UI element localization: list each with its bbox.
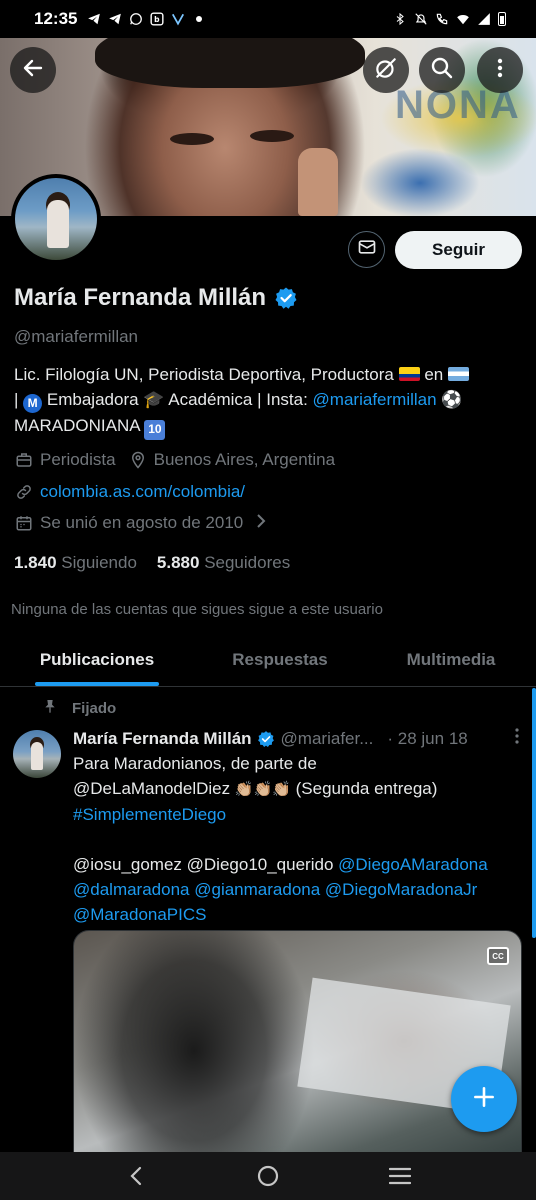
keycap-ten-icon: 10 [144, 419, 166, 440]
search-icon [430, 56, 454, 85]
graduation-cap-icon: 🎓 [143, 390, 165, 409]
verified-badge-icon [257, 730, 275, 748]
dot-icon [192, 12, 206, 26]
tweet-more-icon[interactable] [515, 728, 523, 749]
mention-link[interactable]: @DeLaManodelDiez [73, 779, 230, 798]
more-vertical-icon [488, 56, 512, 85]
status-time: 12:35 [34, 9, 78, 28]
envelope-icon [357, 237, 377, 262]
telegram-icon [87, 12, 101, 26]
tweet-header: María Fernanda Millán @mariafer... · 28 … [73, 728, 523, 749]
notification-icons: b [87, 12, 206, 26]
profession-label: Periodista [40, 450, 116, 469]
whatsapp-icon [129, 12, 143, 26]
pin-icon [42, 698, 58, 718]
svg-text:b: b [155, 15, 161, 24]
mention-link[interactable]: @DiegoAMaradona [338, 855, 488, 874]
location-label: Buenos Aires, Argentina [153, 450, 336, 469]
back-button[interactable] [10, 47, 56, 93]
recents-nav-icon[interactable] [380, 1156, 420, 1196]
back-nav-icon[interactable] [116, 1156, 156, 1196]
telegram-icon [108, 12, 122, 26]
mute-icon [414, 12, 428, 26]
battery-icon [498, 12, 506, 26]
captions-button[interactable]: CC [487, 947, 509, 965]
mutual-followers-text: Ninguna de las cuentas que sigues sigue … [11, 601, 383, 618]
plus-icon [471, 1084, 497, 1115]
tweet-text: Para Maradonianos, de parte de @DeLaMano… [73, 754, 488, 924]
verified-badge-icon[interactable] [274, 286, 298, 310]
system-icons [393, 12, 506, 26]
more-button[interactable] [477, 47, 523, 93]
profile-name-row: María Fernanda Millán [14, 284, 298, 312]
app-v-icon [171, 12, 185, 26]
link-icon [14, 482, 34, 502]
soccer-ball-icon: ⚽ [441, 390, 463, 409]
tweet-avatar[interactable] [13, 730, 61, 778]
signal-icon [477, 12, 491, 26]
mentions-plain: @iosu_gomez @Diego10_querido [73, 855, 334, 874]
briefcase-icon [14, 450, 34, 470]
m-circle-icon: M [23, 394, 43, 413]
bluetooth-icon [393, 12, 407, 26]
mention-link[interactable]: @dalmaradona [73, 880, 190, 899]
calendar-icon [14, 513, 34, 533]
status-bar: 12:35 b [0, 0, 536, 38]
location-pin-icon [128, 450, 148, 470]
clapping-hands-icon: 👏🏼👏🏼👏🏼 [234, 781, 291, 798]
profile-meta-row: Periodista Buenos Aires, Argentina [14, 450, 335, 470]
message-button[interactable] [348, 231, 385, 268]
colombia-flag-icon [398, 367, 420, 381]
grok-button[interactable] [363, 47, 409, 93]
profile-avatar[interactable] [11, 174, 101, 264]
profile-display-name: María Fernanda Millán [14, 284, 267, 311]
tab-publicaciones[interactable]: Publicaciones [0, 634, 194, 686]
bio-instagram-link[interactable]: @mariafermillan [313, 390, 437, 409]
call-wifi-icon [435, 12, 449, 26]
argentina-flag-icon [447, 367, 469, 381]
android-nav-bar [0, 1152, 536, 1200]
joined-label: Se unió en agosto de 2010 [40, 513, 244, 532]
mention-link[interactable]: @MaradonaPICS [73, 905, 207, 924]
profile-bio: Lic. Filología UN, Periodista Deportiva,… [14, 362, 526, 440]
tweet-author-handle[interactable]: @mariafer... [281, 729, 374, 749]
compose-button[interactable] [451, 1066, 517, 1132]
mention-link[interactable]: @DiegoMaradonaJr [325, 880, 477, 899]
joined-row[interactable]: Se unió en agosto de 2010 [14, 513, 267, 533]
follow-counts: 1.840 Siguiendo 5.880 Seguidores [14, 553, 290, 573]
app-b-icon: b [150, 12, 165, 26]
mention-link[interactable]: @gianmaradona [194, 880, 320, 899]
website-link[interactable]: colombia.as.com/colombia/ [40, 482, 245, 502]
grok-icon [373, 55, 399, 86]
wifi-icon [456, 12, 470, 26]
search-button[interactable] [419, 47, 465, 93]
arrow-left-icon [21, 56, 45, 85]
tweet-date[interactable]: · 28 jun 18 [387, 729, 467, 749]
tweet-author-name[interactable]: María Fernanda Millán [73, 729, 252, 749]
website-row[interactable]: colombia.as.com/colombia/ [14, 482, 245, 502]
home-nav-icon[interactable] [248, 1156, 288, 1196]
tab-respuestas[interactable]: Respuestas [194, 634, 366, 686]
profile-tabs: Publicaciones Respuestas Multimedia [0, 634, 536, 687]
follow-button[interactable]: Seguir [395, 231, 522, 269]
pinned-label: Fijado [42, 698, 116, 718]
tab-multimedia[interactable]: Multimedia [366, 634, 536, 686]
followers-link[interactable]: 5.880 Seguidores [157, 553, 290, 573]
tweet-video[interactable]: CC [73, 930, 522, 1170]
profile-handle: @mariafermillan [14, 327, 139, 346]
hashtag-link[interactable]: #SimplementeDiego [73, 805, 226, 824]
scrollbar[interactable] [532, 688, 536, 938]
following-link[interactable]: 1.840 Siguiendo [14, 553, 137, 573]
chevron-right-icon [255, 513, 267, 533]
